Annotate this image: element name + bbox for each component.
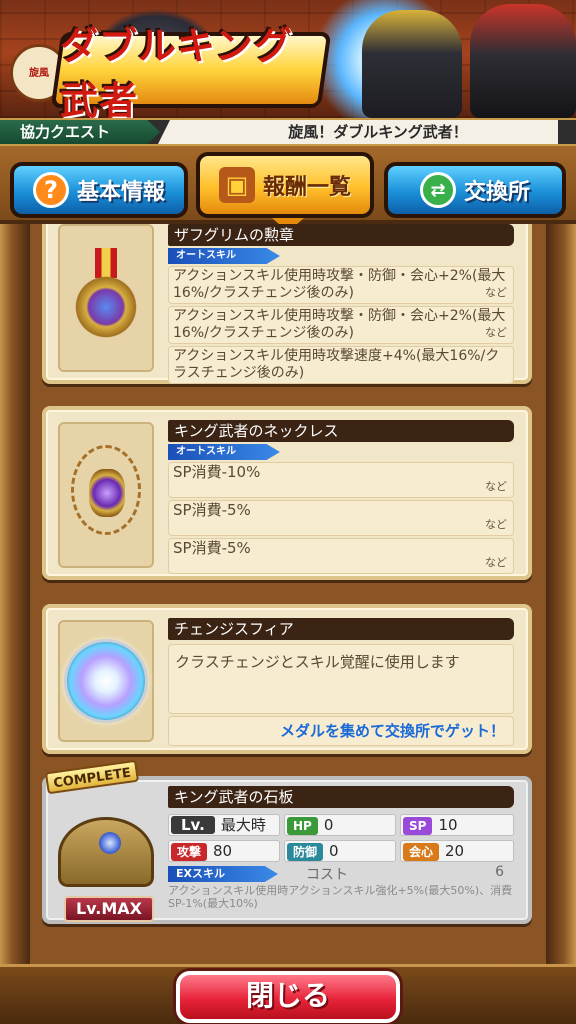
sp-label: SP bbox=[403, 817, 433, 835]
event-banner: 旋風 ダブルキング武者 bbox=[0, 0, 576, 118]
tab-basic-info[interactable]: ? 基本情報 bbox=[10, 162, 188, 218]
hp-stat: HP 0 bbox=[284, 814, 396, 836]
skill-row-more: など bbox=[485, 326, 507, 339]
skill-row-text: アクションスキル使用時攻撃・防御・会心+2%(最大16%/クラスチェンジ後のみ) bbox=[173, 268, 506, 301]
hp-label: HP bbox=[287, 817, 318, 835]
skill-row-text: SP消費-10% bbox=[173, 463, 261, 481]
reward-card-sphere[interactable]: チェンジスフィア クラスチェンジとスキル覚醒に使用します メダルを集めて交換所で… bbox=[42, 604, 532, 754]
reward-icon-frame bbox=[58, 422, 154, 568]
reward-icon-frame bbox=[58, 620, 154, 742]
skill-row-text: SP消費-5% bbox=[173, 539, 251, 557]
tab-rewards[interactable]: ▣ 報酬一覧 bbox=[196, 152, 374, 232]
defense-stat: 防御 0 bbox=[284, 840, 396, 862]
reward-name: キング武者のネックレス bbox=[168, 420, 514, 442]
quest-category: 協力クエスト bbox=[0, 120, 160, 144]
attack-label: 攻撃 bbox=[171, 843, 208, 861]
skill-row: SP消費-5% など bbox=[168, 500, 514, 536]
tab-rewards-label: 報酬一覧 bbox=[262, 175, 351, 200]
skill-row: アクションスキル使用時攻撃・防御・会心+2%(最大16%/クラスチェンジ後のみ)… bbox=[168, 306, 514, 344]
sphere-icon bbox=[64, 639, 148, 723]
necklace-gem bbox=[89, 469, 125, 517]
question-icon: ? bbox=[32, 172, 69, 208]
critical-value: 20 bbox=[445, 842, 465, 860]
auto-skill-tag: オートスキル bbox=[168, 444, 280, 460]
skill-row: アクションスキル使用時攻撃・防御・会心+2%(最大16%/クラスチェンジ後のみ)… bbox=[168, 266, 514, 304]
skill-row-more: など bbox=[485, 286, 507, 299]
skill-row: SP消費-5% など bbox=[168, 538, 514, 574]
banner-title-text: ダブルキング武者 bbox=[60, 24, 293, 118]
attack-stat: 攻撃 80 bbox=[168, 840, 280, 862]
reward-name: チェンジスフィア bbox=[168, 618, 514, 640]
level-value: 最大時 bbox=[220, 816, 266, 834]
red-warrior-figure bbox=[470, 4, 576, 118]
defense-label: 防御 bbox=[287, 843, 324, 861]
skill-row-text: SP消費-5% bbox=[173, 501, 251, 519]
reward-icon-frame bbox=[58, 224, 154, 372]
cost-value: 6 bbox=[495, 864, 504, 880]
medal-icon bbox=[71, 248, 141, 348]
cost-row: コスト 6 bbox=[306, 864, 514, 884]
banner-title: ダブルキング武者 bbox=[50, 24, 332, 118]
level-label: Lv. bbox=[171, 816, 215, 834]
frame-left bbox=[0, 224, 30, 964]
skill-row-more: など bbox=[485, 518, 507, 531]
necklace-icon bbox=[67, 441, 145, 549]
reward-card-necklace[interactable]: キング武者のネックレス オートスキル SP消費-10% など SP消費-5% な… bbox=[42, 406, 532, 580]
skill-row-more: など bbox=[485, 480, 507, 493]
reward-list[interactable]: ザフグリムの勲章 オートスキル アクションスキル使用時攻撃・防御・会心+2%(最… bbox=[0, 224, 576, 964]
critical-stat: 会心 20 bbox=[400, 840, 514, 862]
quest-info-bar: 協力クエスト 旋風！ダブルキング武者！ bbox=[0, 118, 576, 146]
reward-icon-frame bbox=[58, 802, 154, 902]
medal-body bbox=[71, 272, 141, 342]
reward-description: クラスチェンジとスキル覚醒に使用します bbox=[168, 644, 514, 714]
tab-exchange[interactable]: ⇄ 交換所 bbox=[384, 162, 566, 218]
ex-skill-description: アクションスキル使用時アクションスキル強化+5%(最大50%)、消費SP-1%(… bbox=[168, 884, 513, 910]
auto-skill-tag: オートスキル bbox=[168, 248, 280, 264]
treasure-chest-icon: ▣ bbox=[218, 167, 255, 203]
sp-stat: SP 10 bbox=[400, 814, 514, 836]
skill-row: SP消費-10% など bbox=[168, 462, 514, 498]
close-button[interactable]: 閉じる bbox=[176, 971, 400, 1023]
level-stat: Lv. 最大時 bbox=[168, 814, 280, 836]
cost-label: コスト bbox=[306, 867, 348, 883]
skill-row-text: アクションスキル使用時攻撃・防御・会心+2%(最大16%/クラスチェンジ後のみ) bbox=[173, 308, 506, 341]
reward-name: キング武者の石板 bbox=[168, 786, 514, 808]
quest-name: 旋風！ダブルキング武者！ bbox=[158, 120, 558, 144]
reward-card-slab[interactable]: Lv.MAX キング武者の石板 Lv. 最大時 HP 0 SP 10 攻撃 80 防御 0… bbox=[42, 776, 532, 924]
hp-value: 0 bbox=[323, 816, 334, 834]
exchange-hint-link[interactable]: メダルを集めて交換所でゲット！ bbox=[168, 716, 514, 746]
tab-basic-info-label: 基本情報 bbox=[76, 180, 165, 205]
banner-seal-text: 旋風 bbox=[29, 67, 49, 79]
skill-row-text: アクションスキル使用時攻撃速度+4%(最大16%/クラスチェンジ後のみ) bbox=[173, 348, 500, 381]
attack-value: 80 bbox=[213, 842, 233, 860]
footer-bar: 閉じる bbox=[0, 964, 576, 1024]
stone-slab-icon bbox=[58, 817, 154, 887]
exchange-icon: ⇄ bbox=[419, 172, 456, 208]
tab-bar: ? 基本情報 ▣ 報酬一覧 ⇄ 交換所 bbox=[0, 146, 576, 232]
skill-row: アクションスキル使用時攻撃速度+4%(最大16%/クラスチェンジ後のみ) bbox=[168, 346, 514, 384]
lv-max-button[interactable]: Lv.MAX bbox=[64, 896, 154, 922]
tab-exchange-label: 交換所 bbox=[463, 180, 530, 205]
skill-row-more: など bbox=[485, 556, 507, 569]
sp-value: 10 bbox=[438, 816, 458, 834]
ex-skill-tag: EXスキル bbox=[168, 866, 278, 882]
critical-label: 会心 bbox=[403, 843, 440, 861]
defense-value: 0 bbox=[329, 842, 339, 860]
frame-right bbox=[546, 224, 576, 964]
reward-name: ザフグリムの勲章 bbox=[168, 224, 514, 246]
gold-warrior-figure bbox=[362, 10, 462, 118]
reward-card-medal[interactable]: ザフグリムの勲章 オートスキル アクションスキル使用時攻撃・防御・会心+2%(最… bbox=[42, 224, 532, 384]
